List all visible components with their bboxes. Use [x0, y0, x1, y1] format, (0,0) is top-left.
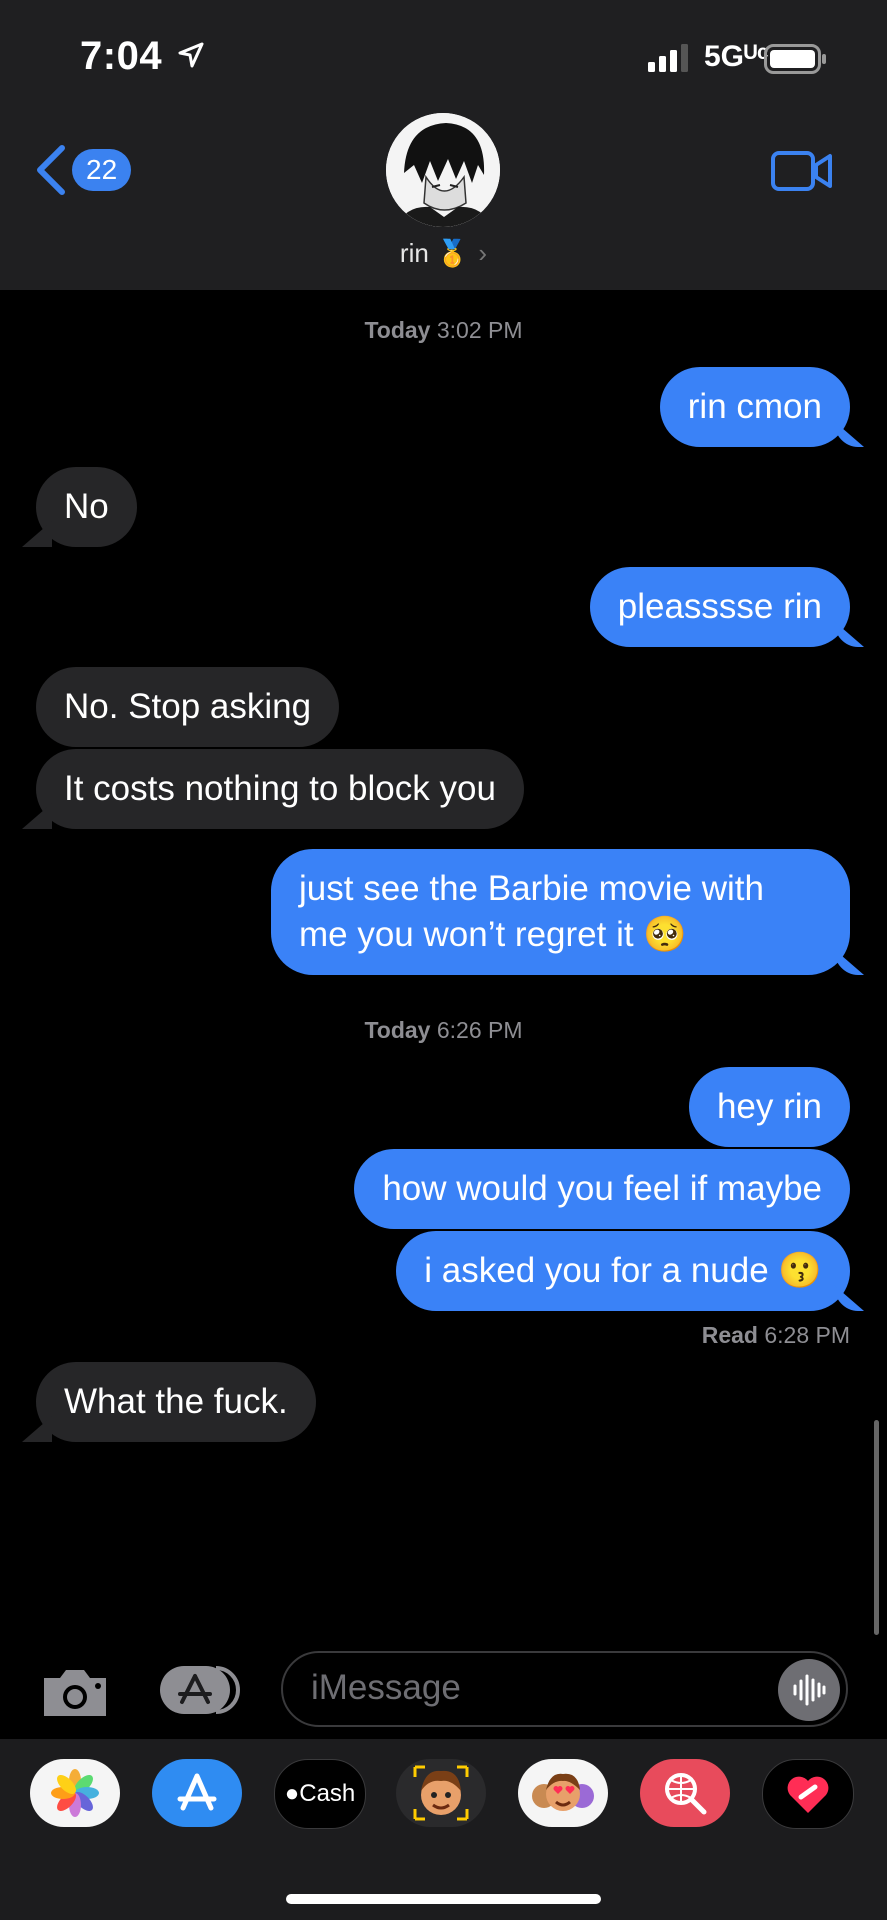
- avatar-image: [386, 113, 500, 227]
- status-time: 7:04: [80, 34, 163, 78]
- apple-cash-button[interactable]: ●Cash: [274, 1759, 366, 1829]
- memoji-icon: [413, 1765, 469, 1821]
- incoming-message[interactable]: What the fuck.: [36, 1362, 316, 1442]
- contact-name-button[interactable]: rin 🥇 ›: [0, 238, 887, 269]
- unread-count-badge: 22: [72, 149, 132, 191]
- cellular-signal-icon: [648, 44, 688, 72]
- waveform-icon: [793, 1674, 826, 1706]
- memoji-stickers-icon: [532, 1773, 594, 1811]
- back-button[interactable]: 22: [34, 145, 132, 195]
- read-receipt: Read 6:28 PM: [701, 1322, 850, 1348]
- contact-avatar[interactable]: [386, 113, 500, 227]
- outgoing-message[interactable]: hey rin: [688, 1067, 850, 1147]
- memoji-stickers-button[interactable]: [518, 1759, 608, 1827]
- outgoing-message[interactable]: pleasssse rin: [589, 567, 850, 647]
- location-arrow-icon: [178, 42, 204, 68]
- camera-icon[interactable]: [40, 1666, 110, 1718]
- outgoing-message[interactable]: i asked you for a nude 😗: [396, 1231, 850, 1311]
- app-store-button[interactable]: [152, 1759, 242, 1827]
- contact-name: rin 🥇: [399, 238, 469, 268]
- app-store-apps-icon[interactable]: [158, 1664, 244, 1716]
- scrollbar[interactable]: [874, 1420, 879, 1635]
- timestamp: Today 6:26 PM: [364, 1017, 523, 1043]
- incoming-message[interactable]: No. Stop asking: [36, 667, 340, 747]
- chevron-left-icon: [37, 145, 65, 195]
- message-input[interactable]: [309, 1667, 753, 1709]
- facetime-video-icon[interactable]: [770, 150, 834, 192]
- web-search-icon: [665, 1773, 707, 1815]
- compose-bar: [0, 1645, 887, 1737]
- digital-touch-icon: [787, 1776, 829, 1813]
- message-input-wrapper: [281, 1651, 848, 1727]
- timestamp: Today 3:02 PM: [364, 317, 523, 343]
- network-type: 5Gᵁᶜ: [704, 40, 769, 73]
- incoming-message[interactable]: No: [36, 467, 137, 547]
- outgoing-message[interactable]: rin cmon: [659, 367, 850, 447]
- outgoing-message[interactable]: just see the Barbie movie with me you wo…: [271, 849, 850, 975]
- outgoing-message[interactable]: how would you feel if maybe: [354, 1149, 850, 1229]
- home-indicator[interactable]: [286, 1894, 601, 1904]
- audio-message-button[interactable]: [778, 1659, 840, 1721]
- chevron-right-icon: ›: [478, 238, 488, 268]
- memoji-button[interactable]: [396, 1759, 486, 1827]
- app-store-icon: [177, 1773, 217, 1811]
- photos-app-button[interactable]: [30, 1759, 120, 1827]
- app-drawer: ●Cash: [0, 1739, 887, 1920]
- incoming-message[interactable]: It costs nothing to block you: [36, 749, 524, 829]
- digital-touch-button[interactable]: [762, 1759, 854, 1829]
- photos-icon: [51, 1769, 99, 1817]
- apple-cash-icon: ●Cash: [284, 1780, 356, 1807]
- battery-icon: [764, 44, 826, 74]
- conversation-header: 7:04 5Gᵁᶜ 22 rin 🥇 ›: [0, 0, 887, 290]
- web-search-button[interactable]: [640, 1759, 730, 1827]
